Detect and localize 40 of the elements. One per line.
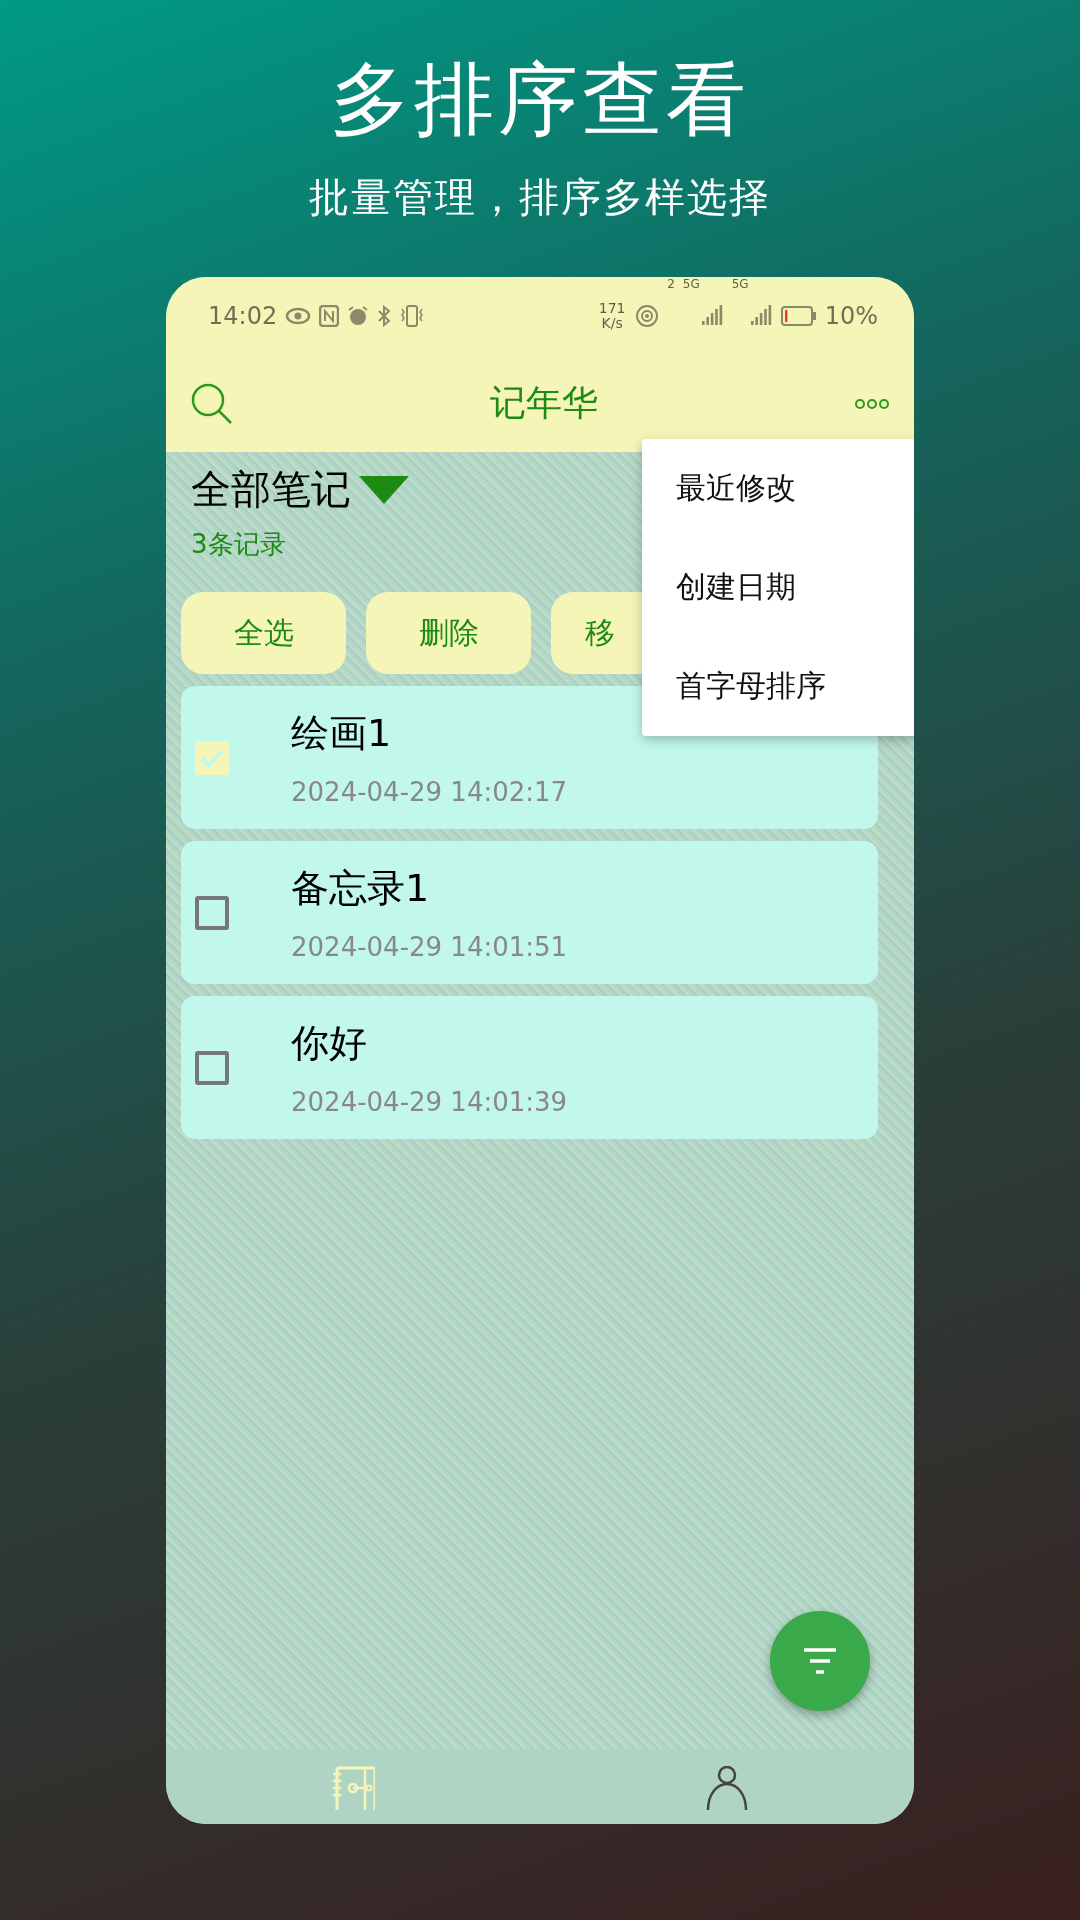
note-title: 备忘录1 [291,865,431,912]
checkbox[interactable] [195,895,229,930]
more-icon[interactable] [854,397,890,410]
note-card[interactable]: 你好 2024-04-29 14:01:39 [181,996,878,1139]
note-title: 绘画1 [291,710,393,757]
status-time: 14:02 [208,302,278,330]
eye-icon [285,307,312,325]
network-type: 5G [731,277,749,291]
hotspot-number: 2 [667,277,675,291]
search-icon[interactable] [190,381,234,426]
network-type: 5G [682,277,700,291]
signal-icon [750,305,773,327]
app-title: 记年华 [489,381,599,425]
bluetooth-icon [377,305,392,327]
headline: 多排序查看 [330,52,750,148]
checkbox[interactable] [195,740,229,775]
note-date: 2024-04-29 14:01:51 [291,932,568,962]
nfc-icon [319,305,340,327]
vibrate-icon [399,305,426,327]
menu-item[interactable]: 最近修改 [642,439,914,538]
action-button[interactable]: 全选 [181,592,346,674]
check-icon [199,747,225,768]
dropdown-icon[interactable] [357,473,411,506]
person-icon[interactable] [705,1766,749,1810]
action-button[interactable]: 删除 [366,592,531,674]
note-title: 你好 [291,1020,368,1067]
folder-title[interactable]: 全部笔记 [191,462,351,517]
hotspot-icon [635,304,660,328]
network-speed: 171 K/s [597,300,627,332]
battery-icon [780,306,817,326]
signal-icon [701,305,724,327]
subheadline: 批量管理，排序多样选择 [309,173,771,222]
checkbox[interactable] [195,1050,229,1085]
note-date: 2024-04-29 14:02:17 [291,777,568,807]
note-date: 2024-04-29 14:01:39 [291,1087,568,1117]
battery-percent: 10% [824,302,878,330]
filter-icon [802,1646,838,1676]
note-card[interactable]: 备忘录1 2024-04-29 14:01:51 [181,841,878,984]
record-count: 3条记录 [191,528,287,561]
alarm-icon [347,305,370,327]
